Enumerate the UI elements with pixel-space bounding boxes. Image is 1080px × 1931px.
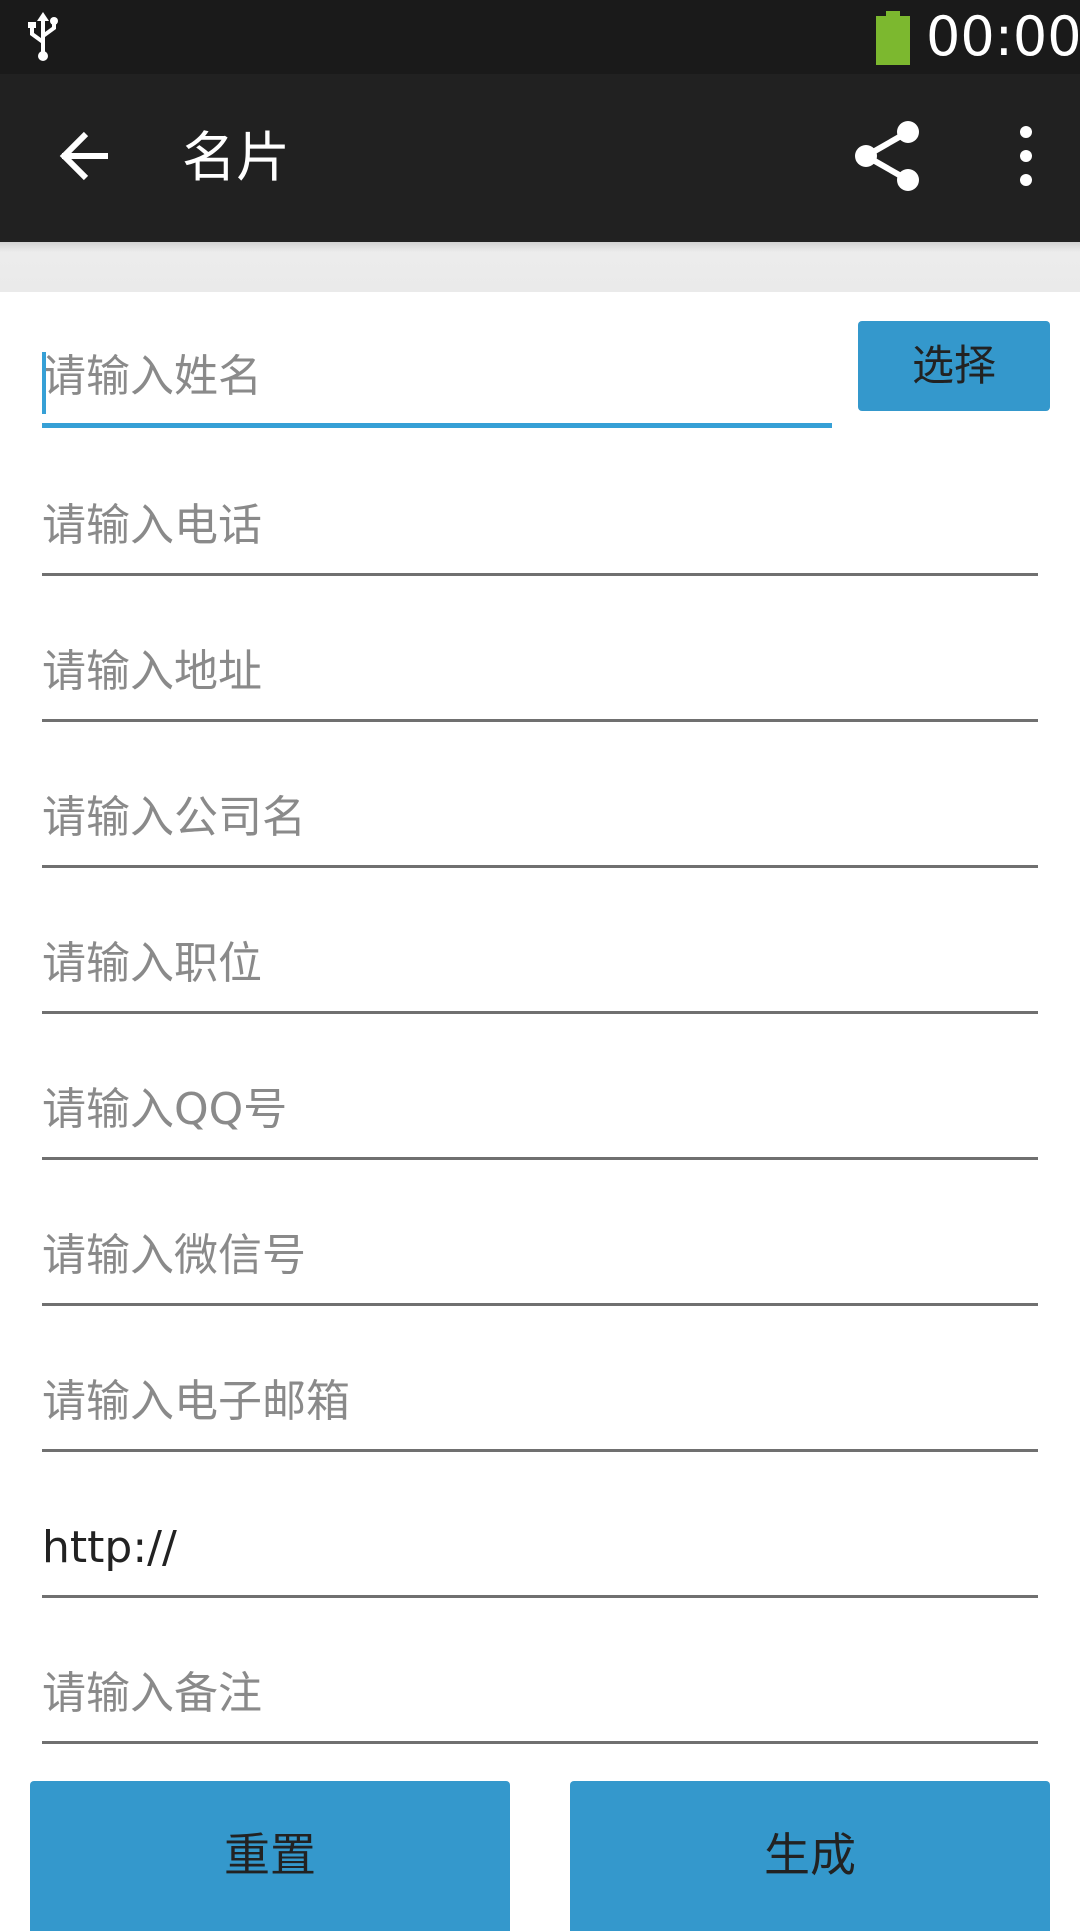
email-field bbox=[42, 1342, 1038, 1452]
website-field bbox=[42, 1488, 1038, 1598]
status-clock: 00:00 bbox=[926, 5, 1080, 68]
company-field bbox=[42, 758, 1038, 868]
position-input[interactable] bbox=[42, 904, 1038, 1011]
arrow-left-icon bbox=[48, 131, 132, 202]
page-title: 名片 bbox=[182, 126, 290, 189]
email-input[interactable] bbox=[42, 1342, 1038, 1449]
company-input[interactable] bbox=[42, 758, 1038, 865]
wechat-input[interactable] bbox=[42, 1196, 1038, 1303]
name-field bbox=[42, 318, 832, 428]
website-input[interactable] bbox=[42, 1488, 1038, 1595]
qq-field bbox=[42, 1050, 1038, 1160]
address-field bbox=[42, 612, 1038, 722]
share-button[interactable] bbox=[846, 114, 930, 198]
card-form: 选择 重置 生成 bbox=[0, 292, 1080, 1931]
text-cursor bbox=[42, 352, 46, 414]
wechat-field bbox=[42, 1196, 1038, 1306]
toolbar: 名片 bbox=[0, 74, 1080, 242]
status-bar: 00:00 bbox=[0, 0, 1080, 74]
name-input[interactable] bbox=[42, 318, 832, 423]
phone-field bbox=[42, 466, 1038, 576]
toolbar-shadow bbox=[0, 242, 1080, 292]
notes-input[interactable] bbox=[42, 1634, 1038, 1741]
phone-input[interactable] bbox=[42, 466, 1038, 573]
generate-button[interactable]: 生成 bbox=[570, 1781, 1050, 1931]
address-input[interactable] bbox=[42, 612, 1038, 719]
back-button[interactable] bbox=[48, 114, 132, 198]
select-button[interactable]: 选择 bbox=[858, 321, 1050, 411]
qq-input[interactable] bbox=[42, 1050, 1038, 1157]
usb-icon bbox=[24, 12, 62, 62]
battery-icon bbox=[874, 11, 912, 65]
share-icon bbox=[846, 121, 930, 202]
more-options-button[interactable] bbox=[998, 114, 1054, 198]
more-vert-icon bbox=[998, 126, 1054, 202]
reset-button[interactable]: 重置 bbox=[30, 1781, 510, 1931]
notes-field bbox=[42, 1634, 1038, 1744]
position-field bbox=[42, 904, 1038, 1014]
